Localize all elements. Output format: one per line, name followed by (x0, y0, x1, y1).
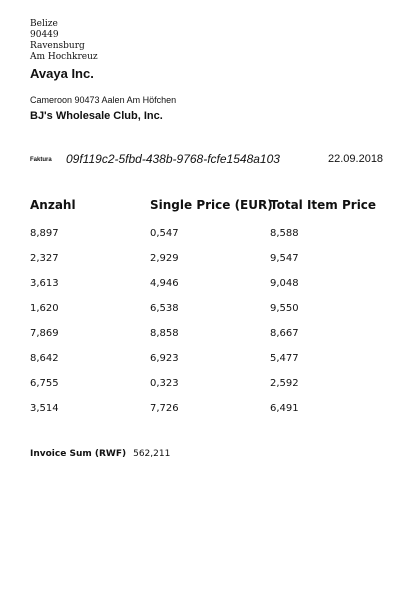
invoice-label: Faktura (30, 157, 52, 163)
cell-single-price: 4,946 (150, 278, 179, 289)
cell-total-price: 8,588 (270, 228, 299, 239)
cell-quantity: 2,327 (30, 253, 59, 264)
invoice-sum-label: Invoice Sum (RWF) (30, 449, 127, 459)
invoice-sum: Invoice Sum (RWF) 562,211 (30, 449, 170, 459)
cell-total-price: 5,477 (270, 353, 299, 364)
sender-street: Am Hochkreuz (30, 52, 98, 62)
table-row: 2,327 2,929 9,547 (30, 253, 400, 278)
cell-quantity: 1,620 (30, 303, 59, 314)
cell-total-price: 8,667 (270, 328, 299, 339)
cell-total-price: 9,048 (270, 278, 299, 289)
cell-quantity: 8,897 (30, 228, 59, 239)
cell-single-price: 0,547 (150, 228, 179, 239)
table-row: 8,642 6,923 5,477 (30, 353, 400, 378)
line-items-table: Anzahl Single Price (EUR) Total Item Pri… (30, 198, 400, 420)
cell-quantity: 8,642 (30, 353, 59, 364)
cell-quantity: 3,514 (30, 403, 59, 414)
column-header-quantity: Anzahl (30, 198, 76, 212)
table-row: 7,869 8,858 8,667 (30, 328, 400, 353)
cell-total-price: 9,550 (270, 303, 299, 314)
table-header: Anzahl Single Price (EUR) Total Item Pri… (30, 198, 400, 220)
company-address: Cameroon 90473 Aalen Am Höfchen (30, 95, 177, 105)
cell-quantity: 6,755 (30, 378, 59, 389)
table-body: 8,897 0,547 8,588 2,327 2,929 9,547 3,61… (30, 228, 400, 428)
cell-quantity: 3,613 (30, 278, 59, 289)
cell-single-price: 7,726 (150, 403, 179, 414)
cell-total-price: 9,547 (270, 253, 299, 264)
sender-address-block: Belize 90449 Ravensburg Am Hochkreuz (30, 19, 98, 63)
invoice-date: 22.09.2018 (328, 153, 384, 165)
sender-city: Ravensburg (30, 41, 85, 51)
invoice-sum-value: 562,211 (133, 449, 171, 459)
cell-quantity: 7,869 (30, 328, 59, 339)
sender-country: Belize (30, 19, 58, 29)
table-row: 1,620 6,538 9,550 (30, 303, 400, 328)
cell-single-price: 6,538 (150, 303, 179, 314)
cell-total-price: 6,491 (270, 403, 299, 414)
column-header-total-price: Total Item Price (270, 198, 377, 212)
recipient-name: BJ's Wholesale Club, Inc. (30, 110, 163, 122)
table-row: 6,755 0,323 2,592 (30, 378, 400, 403)
cell-single-price: 8,858 (150, 328, 179, 339)
company-name: Avaya Inc. (30, 66, 94, 81)
invoice-id: 09f119c2-5fbd-438b-9768-fcfe1548a103 (66, 152, 280, 166)
cell-total-price: 2,592 (270, 378, 299, 389)
sender-postcode: 90449 (30, 30, 59, 40)
cell-single-price: 0,323 (150, 378, 179, 389)
table-row: 3,613 4,946 9,048 (30, 278, 400, 303)
cell-single-price: 6,923 (150, 353, 179, 364)
column-header-single-price: Single Price (EUR) (150, 198, 273, 212)
table-row: 3,514 7,726 6,491 (30, 403, 400, 428)
cell-single-price: 2,929 (150, 253, 179, 264)
table-row: 8,897 0,547 8,588 (30, 228, 400, 253)
